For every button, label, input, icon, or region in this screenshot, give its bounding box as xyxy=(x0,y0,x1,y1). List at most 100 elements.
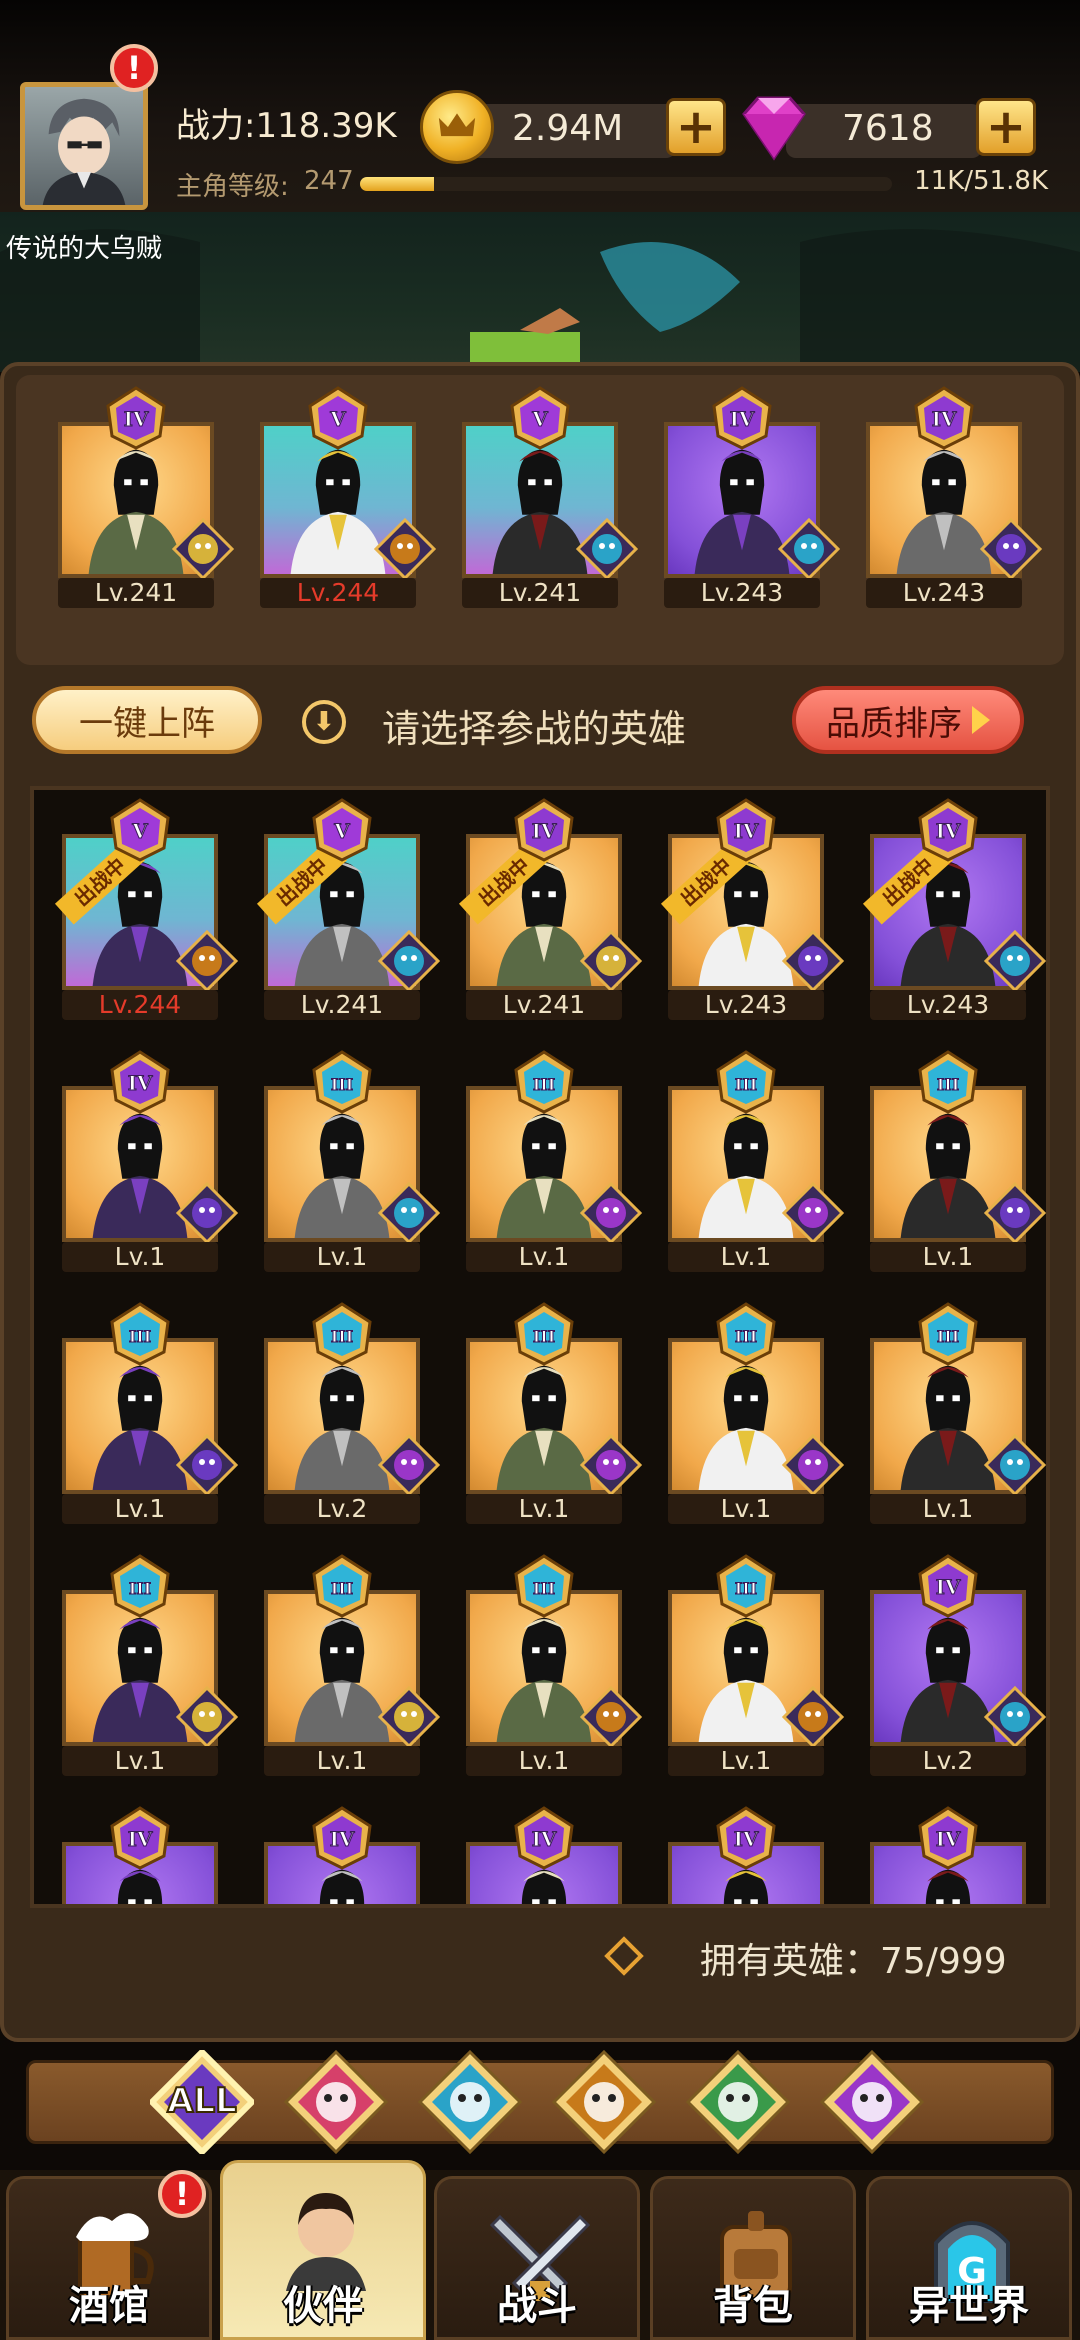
rank-iv-badge-icon: IV xyxy=(916,1806,980,1870)
play-triangle-icon xyxy=(972,706,990,734)
nav-portal[interactable]: G 异世界 xyxy=(866,2176,1072,2340)
sea-faction-icon xyxy=(983,1685,1046,1749)
svg-text:III: III xyxy=(331,1075,353,1094)
svg-text:V: V xyxy=(131,819,148,843)
hero-level: Lv.244 xyxy=(62,990,218,1020)
svg-text:IV: IV xyxy=(936,1575,961,1599)
rank-iii-badge-icon: III xyxy=(916,1302,980,1366)
rank-iii-badge-icon: III xyxy=(916,1050,980,1114)
demon-faction-icon xyxy=(579,1433,643,1497)
owned-heroes-count: 拥有英雄：75/999 xyxy=(700,1941,1007,1982)
rank-iii-badge-icon: III xyxy=(512,1050,576,1114)
rank-iv-badge-icon: IV xyxy=(310,1806,374,1870)
svg-text:III: III xyxy=(533,1579,555,1598)
add-coins-button[interactable]: + xyxy=(666,98,726,156)
human-faction-icon[interactable] xyxy=(283,2049,389,2155)
hero-level: Lv.2 xyxy=(870,1746,1026,1776)
rank-iii-badge-icon: III xyxy=(310,1050,374,1114)
sea-faction-icon[interactable] xyxy=(417,2049,523,2155)
sea-faction-icon xyxy=(983,929,1046,993)
one-key-deploy-button[interactable]: 一键上阵 xyxy=(32,686,262,754)
avatar-alert-badge: ! xyxy=(110,44,158,92)
sort-by-quality-button[interactable]: 品质排序 xyxy=(792,686,1024,754)
rank-iv-badge-icon: IV xyxy=(714,1806,778,1870)
rank-iv-badge-icon: IV xyxy=(108,1806,172,1870)
svg-text:V: V xyxy=(333,819,350,843)
svg-text:ALL: ALL xyxy=(167,2081,237,2121)
rank-iv-badge-icon: IV xyxy=(512,798,576,862)
demon-faction-icon xyxy=(781,1181,845,1245)
rank-v-badge-icon: V xyxy=(310,798,374,862)
rank-iv-badge-icon: IV xyxy=(108,1050,172,1114)
hero-level: Lv.1 xyxy=(870,1494,1026,1524)
rank-iv-badge-icon: IV xyxy=(916,1554,980,1618)
elf-faction-icon xyxy=(171,517,235,581)
hero-level: Lv.241 xyxy=(462,578,618,608)
all-icon[interactable]: ALL xyxy=(147,2047,257,2157)
hero-level: Lv.1 xyxy=(668,1242,824,1272)
rank-iii-badge-icon: III xyxy=(108,1302,172,1366)
hero-level: Lv.1 xyxy=(264,1242,420,1272)
nav-label: 异世界 xyxy=(909,2283,1029,2329)
combat-power: 战力:118.39K xyxy=(176,106,397,146)
hero-level: Lv.243 xyxy=(870,990,1026,1020)
rank-v-badge-icon: V xyxy=(108,798,172,862)
nav-partner[interactable]: 伙伴 xyxy=(220,2160,426,2340)
add-gems-button[interactable]: + xyxy=(976,98,1036,156)
svg-text:III: III xyxy=(533,1327,555,1346)
rank-v-badge-icon: V xyxy=(306,386,370,450)
rank-iii-badge-icon: III xyxy=(714,1050,778,1114)
nav-backpack[interactable]: 背包 xyxy=(650,2176,856,2340)
svg-text:IV: IV xyxy=(128,1071,153,1095)
svg-text:IV: IV xyxy=(532,819,557,843)
beast-faction-icon[interactable] xyxy=(551,2049,657,2155)
demon-faction-icon xyxy=(781,1433,845,1497)
beast-faction-icon xyxy=(781,1685,845,1749)
hero-level: Lv.243 xyxy=(668,990,824,1020)
hero-level: Lv.1 xyxy=(264,1746,420,1776)
elf-faction-icon[interactable] xyxy=(685,2049,791,2155)
svg-text:III: III xyxy=(937,1075,959,1094)
svg-text:IV: IV xyxy=(330,1827,355,1851)
hero-level: Lv.1 xyxy=(466,1242,622,1272)
rank-iii-badge-icon: III xyxy=(714,1302,778,1366)
svg-text:III: III xyxy=(937,1327,959,1346)
elf-faction-icon xyxy=(175,1685,239,1749)
hero-level: Lv.241 xyxy=(58,578,214,608)
demon-faction-icon[interactable] xyxy=(819,2049,925,2155)
hero-level: Lv.1 xyxy=(668,1494,824,1524)
hero-level: Lv.1 xyxy=(62,1242,218,1272)
svg-text:III: III xyxy=(735,1579,757,1598)
hero-level: Lv.1 xyxy=(466,1494,622,1524)
rank-iii-badge-icon: III xyxy=(310,1554,374,1618)
hero-roster-grid[interactable]: 出战中 V Lv.244 出战中 V Lv.241 出战中 IV Lv.241 xyxy=(30,786,1050,1908)
player-level-value: 247 xyxy=(304,166,354,196)
xp-text: 11K/51.8K xyxy=(914,166,1048,196)
sort-button-label: 品质排序 xyxy=(826,703,962,744)
svg-text:IV: IV xyxy=(730,407,755,431)
rank-iii-badge-icon: III xyxy=(512,1302,576,1366)
sea-faction-icon xyxy=(777,517,841,581)
sea-faction-icon xyxy=(983,1433,1046,1497)
rank-iii-badge-icon: III xyxy=(714,1554,778,1618)
rank-iii-badge-icon: III xyxy=(310,1302,374,1366)
svg-text:III: III xyxy=(533,1075,555,1094)
human-faction-icon xyxy=(175,1181,239,1245)
hero-level: Lv.241 xyxy=(264,990,420,1020)
nav-label: 背包 xyxy=(713,2283,793,2329)
svg-text:III: III xyxy=(331,1327,353,1346)
human-faction-icon xyxy=(979,517,1043,581)
player-avatar[interactable] xyxy=(20,82,148,210)
rank-v-badge-icon: V xyxy=(508,386,572,450)
svg-text:IV: IV xyxy=(936,1827,961,1851)
rank-iv-badge-icon: IV xyxy=(512,1806,576,1870)
rank-iv-badge-icon: IV xyxy=(710,386,774,450)
human-faction-icon xyxy=(983,1181,1046,1245)
svg-text:III: III xyxy=(735,1075,757,1094)
hero-level: Lv.1 xyxy=(668,1746,824,1776)
demon-faction-icon xyxy=(377,1433,441,1497)
nav-crossed-swords[interactable]: 战斗 xyxy=(434,2176,640,2340)
hero-level: Lv.1 xyxy=(62,1494,218,1524)
svg-text:III: III xyxy=(129,1579,151,1598)
rank-iv-badge-icon: IV xyxy=(714,798,778,862)
